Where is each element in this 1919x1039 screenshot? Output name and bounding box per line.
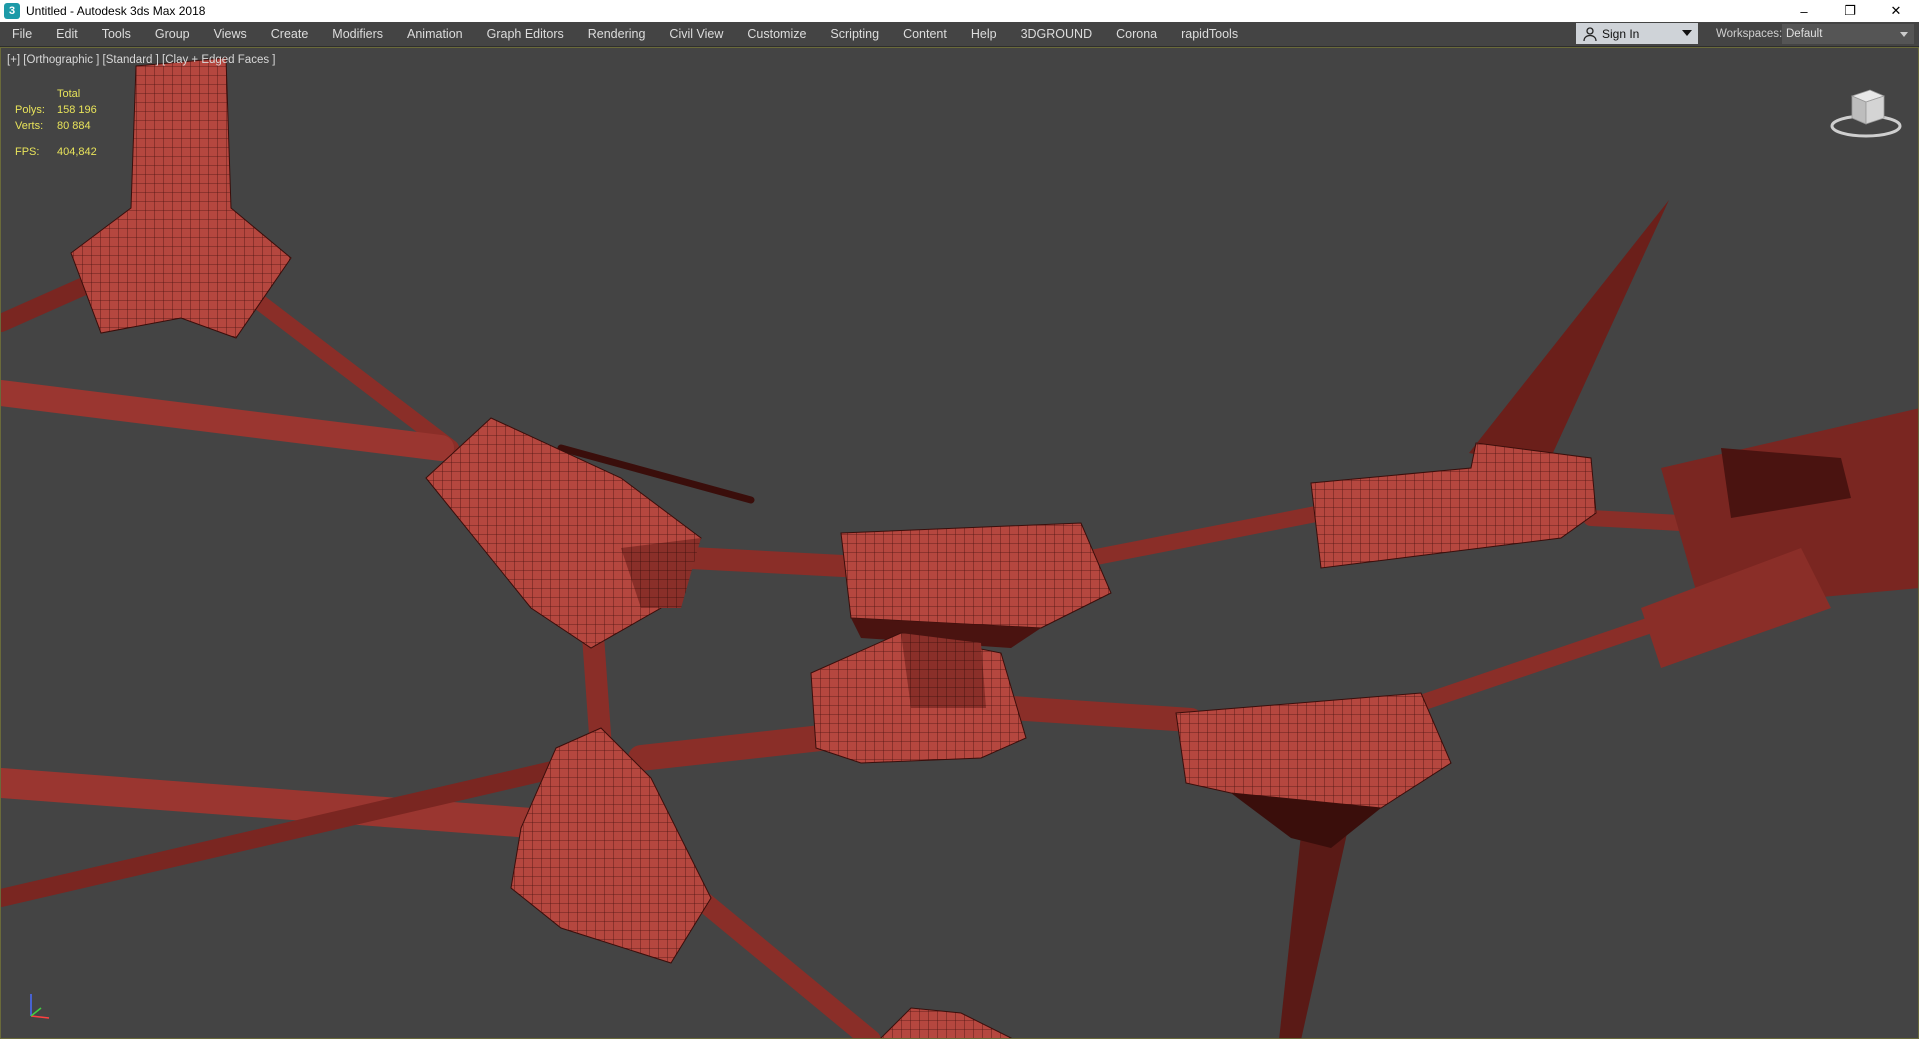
sign-in-label: Sign In	[1602, 26, 1640, 41]
workspaces-label: Workspaces:	[1716, 28, 1783, 40]
user-icon	[1583, 26, 1597, 41]
menu-animation[interactable]: Animation	[395, 22, 475, 46]
menu-customize[interactable]: Customize	[735, 22, 818, 46]
viewcube-icon[interactable]	[1830, 82, 1902, 142]
menu-group[interactable]: Group	[143, 22, 202, 46]
3ds-max-app-icon[interactable]: 3	[4, 3, 20, 19]
sign-in-button[interactable]: Sign In	[1576, 23, 1698, 44]
menu-edit[interactable]: Edit	[44, 22, 90, 46]
stats-total-header: Total	[57, 88, 81, 100]
viewport-statistics: Total Polys: 158 196 Verts: 80 884 FPS: 404…	[15, 86, 97, 160]
polys-label: Polys:	[15, 104, 45, 116]
cylinder-right	[1641, 408, 1918, 668]
menu-rapidtools[interactable]: rapidTools	[1169, 22, 1250, 46]
workspace-value: Default	[1786, 28, 1823, 40]
joint-right-top	[1310, 442, 1597, 569]
joint-center-lower	[810, 632, 1027, 764]
verts-count: 80 884	[57, 120, 91, 132]
chevron-down-icon	[1682, 30, 1692, 36]
menu-modifiers[interactable]: Modifiers	[320, 22, 395, 46]
workspace-dropdown[interactable]: Default	[1782, 24, 1914, 44]
polys-count: 158 196	[57, 104, 97, 116]
menu-create[interactable]: Create	[259, 22, 321, 46]
joint-right-lower	[1175, 692, 1452, 848]
fps-value: 404,842	[57, 146, 97, 158]
menu-3dground[interactable]: 3DGROUND	[1009, 22, 1105, 46]
menu-tools[interactable]: Tools	[90, 22, 143, 46]
close-icon[interactable]: ✕	[1873, 0, 1919, 22]
title-bar: 3 Untitled - Autodesk 3ds Max 2018 – ❐ ✕	[0, 0, 1919, 22]
axis-tripod-icon	[30, 994, 50, 1019]
chevron-down-icon	[1900, 32, 1908, 37]
menu-rendering[interactable]: Rendering	[576, 22, 658, 46]
menu-file[interactable]: File	[0, 22, 44, 46]
window-title: Untitled - Autodesk 3ds Max 2018	[26, 4, 206, 18]
fps-label: FPS:	[15, 146, 40, 158]
spike-top-right	[1469, 200, 1669, 468]
restore-icon[interactable]: ❐	[1827, 0, 1873, 22]
joint-center-top	[840, 522, 1112, 648]
menu-bar: File Edit Tools Group Views Create Modif…	[0, 22, 1919, 47]
minimize-icon[interactable]: –	[1781, 0, 1827, 22]
viewport-label[interactable]: [+] [Orthographic ] [Standard ] [Clay + …	[7, 54, 275, 66]
menu-graph-editors[interactable]: Graph Editors	[475, 22, 576, 46]
joint-top-left	[70, 57, 292, 339]
scene-mesh[interactable]	[1, 48, 1919, 1039]
menu-content[interactable]: Content	[891, 22, 959, 46]
menu-help[interactable]: Help	[959, 22, 1009, 46]
joint-bottom	[880, 1007, 1013, 1038]
verts-label: Verts:	[15, 120, 44, 132]
joint-left-center	[425, 417, 702, 649]
menu-scripting[interactable]: Scripting	[818, 22, 891, 46]
menu-views[interactable]: Views	[202, 22, 259, 46]
menu-corona[interactable]: Corona	[1104, 22, 1169, 46]
perspective-viewport[interactable]: [+] [Orthographic ] [Standard ] [Clay + …	[0, 47, 1919, 1039]
menu-civil-view[interactable]: Civil View	[657, 22, 735, 46]
